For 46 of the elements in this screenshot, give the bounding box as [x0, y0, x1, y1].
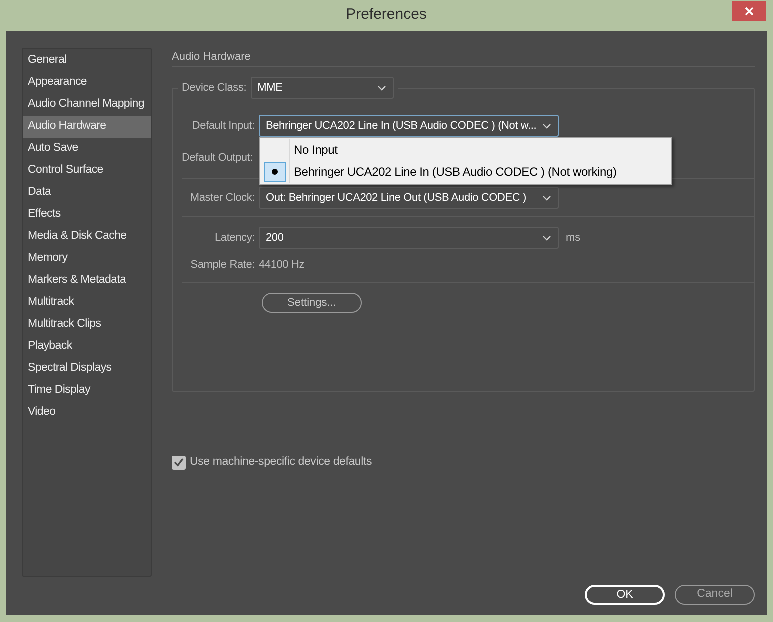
category-item[interactable]: Multitrack [23, 292, 151, 314]
device-class-dropdown[interactable]: MME [250, 77, 394, 99]
category-item[interactable]: Memory [23, 248, 151, 270]
sample-rate-value: 44100 Hz [259, 258, 304, 273]
chevron-down-icon [543, 196, 551, 200]
dropdown-option[interactable]: No Input [260, 139, 671, 161]
dropdown-option[interactable]: Behringer UCA202 Line In (USB Audio CODEC ) (Not working) [260, 161, 671, 183]
field-label: Default Output: [182, 152, 253, 164]
latency-dropdown[interactable]: 200 [259, 227, 559, 249]
category-item[interactable]: Time Display [23, 380, 151, 402]
category-item[interactable]: Video [23, 402, 151, 424]
cancel-button[interactable]: Cancel [675, 585, 755, 605]
field-label: Master Clock: [190, 190, 255, 206]
category-item[interactable]: Audio Hardware [23, 116, 151, 138]
field-label: Sample Rate: [190, 258, 255, 273]
category-item[interactable]: Multitrack Clips [23, 314, 151, 336]
unit-label: ms [566, 230, 581, 246]
close-button[interactable] [732, 1, 766, 21]
ok-button[interactable]: OK [585, 585, 665, 605]
chevron-down-icon [543, 124, 551, 128]
category-item[interactable]: Appearance [23, 72, 151, 94]
checkbox[interactable] [172, 456, 186, 470]
category-item[interactable]: Audio Channel Mapping [23, 94, 151, 116]
field-label: Device Class: [181, 80, 248, 96]
category-item[interactable]: Spectral Displays [23, 358, 151, 380]
category-item[interactable]: Auto Save [23, 138, 151, 160]
section-title: Audio Hardware [172, 50, 251, 65]
category-item[interactable]: Data [23, 182, 151, 204]
category-item[interactable]: Media & Disk Cache [23, 226, 151, 248]
default-input-dropdown[interactable]: Behringer UCA202 Line In (USB Audio CODEC ) (Not w... [259, 115, 559, 137]
category-item[interactable]: Playback [23, 336, 151, 358]
checkbox-label: Use machine-specific device defaults [190, 455, 372, 470]
category-item[interactable]: Markers & Metadata [23, 270, 151, 292]
chevron-down-icon [378, 86, 386, 90]
category-item[interactable]: Control Surface [23, 160, 151, 182]
category-item[interactable]: General [23, 50, 151, 72]
window-title: Preferences [346, 5, 427, 26]
close-icon [744, 6, 754, 16]
radio-bullet-icon [264, 162, 286, 182]
master-clock-dropdown[interactable]: Out: Behringer UCA202 Line Out (USB Audio CODEC ) [259, 187, 559, 209]
chevron-down-icon [543, 236, 551, 240]
field-label: Latency: [215, 230, 255, 246]
settings-button[interactable]: Settings... [262, 293, 362, 313]
checkmark-icon [174, 458, 184, 468]
category-item[interactable]: Effects [23, 204, 151, 226]
field-label: Default Input: [192, 118, 255, 134]
